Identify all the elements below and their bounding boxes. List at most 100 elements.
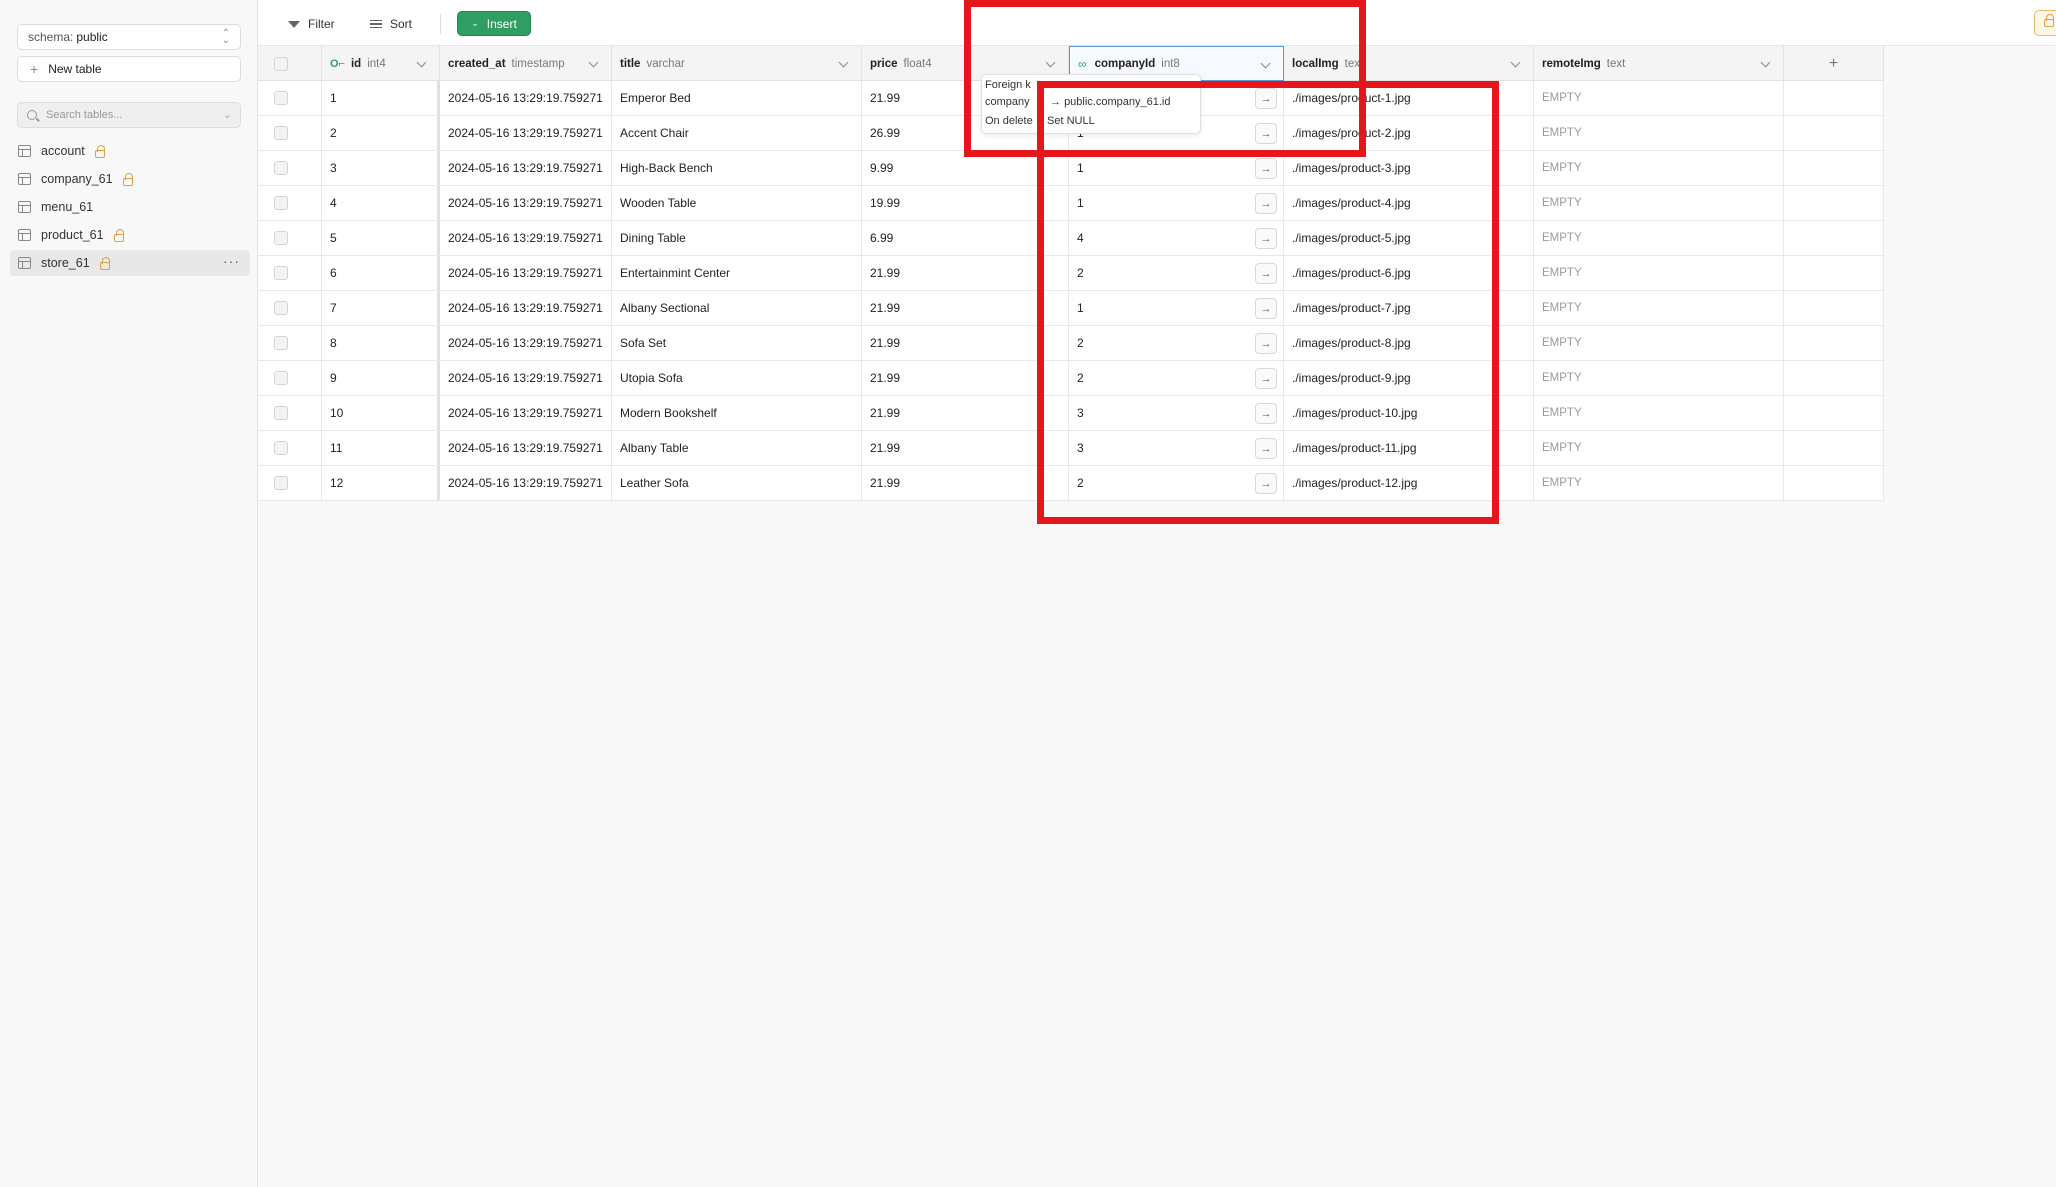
table-cell[interactable]: Emperor Bed <box>612 81 862 115</box>
row-checkbox[interactable] <box>274 161 288 175</box>
tooltip-target[interactable]: → public.company_61.id <box>1050 96 1170 108</box>
table-cell[interactable]: Accent Chair <box>612 116 862 150</box>
row-checkbox[interactable] <box>274 336 288 350</box>
table-cell[interactable]: EMPTY <box>1534 186 1784 220</box>
sidebar-table-item[interactable]: store_61 ··· <box>10 250 250 276</box>
table-cell[interactable]: Dining Table <box>612 221 862 255</box>
add-column-button[interactable]: + <box>1784 46 1884 81</box>
arrow-right-icon[interactable]: → <box>1255 88 1277 109</box>
table-cell[interactable]: Albany Table <box>612 431 862 465</box>
search-tables-input[interactable]: Search tables... ⌄ <box>17 102 241 128</box>
table-cell[interactable]: EMPTY <box>1534 396 1784 430</box>
column-header[interactable]: created_at timestamp <box>440 46 612 81</box>
column-header[interactable]: localImg text <box>1284 46 1534 81</box>
table-cell[interactable]: 21.99 <box>862 326 1069 360</box>
table-cell[interactable]: 3 → <box>1069 431 1284 465</box>
table-cell[interactable]: EMPTY <box>1534 326 1784 360</box>
row-checkbox[interactable] <box>274 476 288 490</box>
sidebar-table-item[interactable]: menu_61 <box>10 194 250 220</box>
filter-button[interactable]: Filter <box>288 12 335 36</box>
arrow-right-icon[interactable]: → <box>1255 158 1277 179</box>
arrow-right-icon[interactable]: → <box>1255 123 1277 144</box>
table-cell[interactable]: 2024-05-16 13:29:19.759271 <box>440 466 612 500</box>
table-cell[interactable]: EMPTY <box>1534 466 1784 500</box>
table-cell[interactable]: ./images/product-5.jpg <box>1284 221 1534 255</box>
row-checkbox[interactable] <box>274 266 288 280</box>
arrow-right-icon[interactable]: → <box>1255 298 1277 319</box>
table-cell[interactable]: 2024-05-16 13:29:19.759271 <box>440 396 612 430</box>
table-cell[interactable]: 21.99 <box>862 466 1069 500</box>
table-cell[interactable]: EMPTY <box>1534 291 1784 325</box>
table-cell[interactable]: 1 <box>322 81 440 115</box>
table-cell[interactable]: 1→ <box>1069 291 1284 325</box>
row-checkbox[interactable] <box>274 301 288 315</box>
table-cell[interactable]: 21.99 <box>862 256 1069 290</box>
table-cell[interactable]: 2024-05-16 13:29:19.759271 <box>440 256 612 290</box>
new-table-button[interactable]: + New table <box>17 56 241 82</box>
sidebar-table-item[interactable]: company_61 <box>10 166 250 192</box>
sort-button[interactable]: Sort <box>370 12 412 36</box>
table-cell[interactable]: 6.99 <box>862 221 1069 255</box>
table-cell[interactable]: 3 <box>322 151 440 185</box>
table-cell[interactable]: 4 <box>322 186 440 220</box>
row-checkbox[interactable] <box>274 371 288 385</box>
table-cell[interactable]: 2 → <box>1069 466 1284 500</box>
table-cell[interactable]: 2024-05-16 13:29:19.759271 <box>440 151 612 185</box>
table-cell[interactable]: Sofa Set <box>612 326 862 360</box>
table-cell[interactable]: Albany Sectional <box>612 291 862 325</box>
arrow-right-icon[interactable]: → <box>1255 438 1277 459</box>
schema-select[interactable]: schema: public ⌃ ⌄ <box>17 24 241 50</box>
table-cell[interactable]: ./images/product-12.jpg <box>1284 466 1534 500</box>
table-cell[interactable]: EMPTY <box>1534 361 1784 395</box>
table-cell[interactable]: 7 <box>322 291 440 325</box>
chevron-down-icon[interactable] <box>838 57 849 68</box>
table-cell[interactable]: ./images/product-1.jpg <box>1284 81 1534 115</box>
row-checkbox[interactable] <box>274 231 288 245</box>
table-cell[interactable]: High-Back Bench <box>612 151 862 185</box>
table-cell[interactable]: 5 <box>322 221 440 255</box>
table-cell[interactable]: 4 → <box>1069 221 1284 255</box>
table-cell[interactable]: ./images/product-2.jpg <box>1284 116 1534 150</box>
insert-button[interactable]: ⌄ Insert <box>457 11 531 36</box>
row-checkbox[interactable] <box>274 441 288 455</box>
table-cell[interactable]: 21.99 <box>862 431 1069 465</box>
table-cell[interactable]: 2 → <box>1069 256 1284 290</box>
arrow-right-icon[interactable]: → <box>1255 333 1277 354</box>
table-cell[interactable]: Leather Sofa <box>612 466 862 500</box>
select-all-checkbox[interactable] <box>274 56 288 71</box>
table-cell[interactable]: 2 → <box>1069 361 1284 395</box>
table-cell[interactable]: 9 <box>322 361 440 395</box>
row-checkbox[interactable] <box>274 91 288 105</box>
chevron-down-icon[interactable] <box>1510 57 1521 68</box>
arrow-right-icon[interactable]: → <box>1255 473 1277 494</box>
table-cell[interactable]: ./images/product-11.jpg <box>1284 431 1534 465</box>
table-cell[interactable]: 21.99 <box>862 396 1069 430</box>
table-cell[interactable]: ./images/product-8.jpg <box>1284 326 1534 360</box>
table-cell[interactable]: ./images/product-7.jpg <box>1284 291 1534 325</box>
table-cell[interactable]: EMPTY <box>1534 256 1784 290</box>
table-cell[interactable]: EMPTY <box>1534 151 1784 185</box>
table-cell[interactable]: 10 <box>322 396 440 430</box>
table-cell[interactable]: ./images/product-3.jpg <box>1284 151 1534 185</box>
sidebar-table-item[interactable]: account <box>10 138 250 164</box>
column-header[interactable]: title varchar <box>612 46 862 81</box>
table-cell[interactable]: EMPTY <box>1534 221 1784 255</box>
table-cell[interactable]: 1→ <box>1069 186 1284 220</box>
table-cell[interactable]: 21.99 <box>862 291 1069 325</box>
row-checkbox[interactable] <box>274 126 288 140</box>
table-cell[interactable]: Utopia Sofa <box>612 361 862 395</box>
table-cell[interactable]: 2024-05-16 13:29:19.759271 <box>440 116 612 150</box>
arrow-right-icon[interactable]: → <box>1255 193 1277 214</box>
table-cell[interactable]: Entertainmint Center <box>612 256 862 290</box>
table-cell[interactable]: 9.99 <box>862 151 1069 185</box>
row-checkbox[interactable] <box>274 406 288 420</box>
table-cell[interactable]: 21.99 <box>862 361 1069 395</box>
arrow-right-icon[interactable]: → <box>1255 368 1277 389</box>
chevron-down-icon[interactable] <box>1260 58 1271 69</box>
arrow-right-icon[interactable]: → <box>1255 228 1277 249</box>
sidebar-table-item[interactable]: product_61 <box>10 222 250 248</box>
table-cell[interactable]: 2 <box>322 116 440 150</box>
table-cell[interactable]: ./images/product-4.jpg <box>1284 186 1534 220</box>
table-cell[interactable]: 11 <box>322 431 440 465</box>
table-cell[interactable]: 1→ <box>1069 151 1284 185</box>
